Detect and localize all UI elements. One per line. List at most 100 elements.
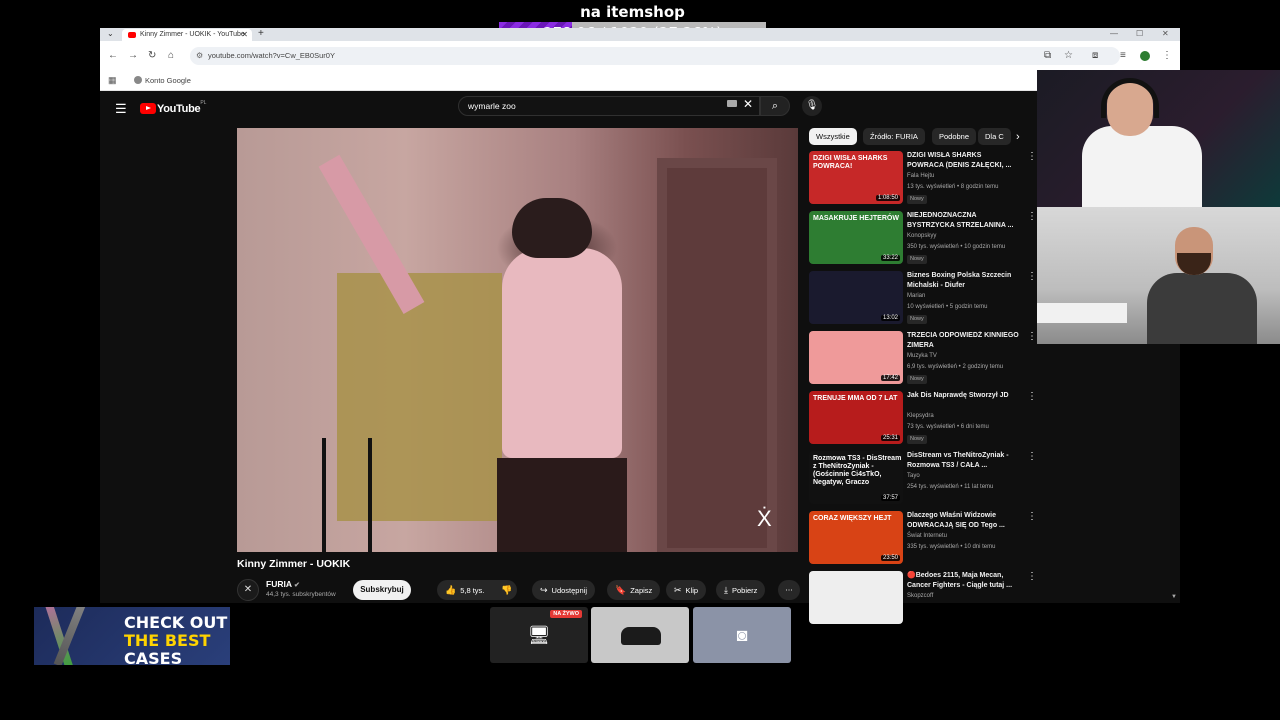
recommendation-title[interactable]: Biznes Boxing Polska Szczecin Michalski … [907,271,1019,291]
recommendation-channel[interactable]: Tayo [907,473,920,479]
search-input[interactable]: wymarle zoo [458,96,760,116]
youtube-logo[interactable]: YouTubePL [140,100,206,115]
recommendation-title[interactable]: DisStream vs TheNitroZyniak - Rozmowa TS… [907,451,1019,471]
browser-tab[interactable]: Kinny Zimmer - UOKIK - YouTube ✕ [122,29,252,41]
recommendation-channel[interactable]: Konopskyy [907,233,936,239]
apps-grid-icon[interactable]: ▦ [108,75,117,86]
webcam-person-body [1082,126,1202,207]
minimize-icon[interactable]: — [1110,28,1118,40]
recommendation-item[interactable]: DZIGI WISŁA SHARKS POWRACA! 1:08:50 DZIGI … [809,151,1039,207]
recommendation-item[interactable]: 13:02 Biznes Boxing Polska Szczecin Micha… [809,271,1039,327]
install-icon[interactable]: ⧉ [1044,50,1051,62]
thumbnail-caption: DZIGI WISŁA SHARKS POWRACA! [813,155,888,170]
video-player[interactable]: Ẋ [237,128,798,552]
chip-0[interactable]: Wszystkie [809,128,857,145]
browser-menu-icon[interactable]: ⋮ [1162,50,1172,62]
like-icon[interactable]: 👍 [445,585,456,595]
thumbnail-caption: Rozmowa TS3 - DisStream z TheNitroZyniak… [813,455,902,486]
url-field[interactable]: ⚙ youtube.com/watch?v=Cw_EB0Sur0Y [190,47,1120,65]
recommendation-item[interactable]: 🔴Bedoes 2115, Maja Mecan, Cancer Fighter… [809,571,1039,627]
more-vert-icon[interactable]: ⋮ [1027,211,1037,223]
more-vert-icon[interactable]: ⋮ [1027,331,1037,343]
recommendation-title[interactable]: DZIGI WISŁA SHARKS POWRACA (DENIS ZAŁĘCK… [907,151,1019,171]
channel-watermark-icon[interactable]: Ẋ [757,506,772,532]
chips-next-icon[interactable]: › [1016,131,1020,143]
site-info-icon[interactable]: ⚙ [196,47,203,65]
recommendation-channel[interactable]: Fala Hejtu [907,173,934,179]
recommendation-channel[interactable]: Skopzcoff [907,593,933,599]
recommendation-thumbnail[interactable]: 13:02 [809,271,903,324]
search-button[interactable]: ⌕ [760,96,790,116]
recommendation-item[interactable]: MASAKRUJE HEJTERÓW 33:22 NIEJEDNOZNACZNA B… [809,211,1039,267]
maximize-icon[interactable]: ☐ [1136,28,1143,40]
recommendation-title[interactable]: TRZECIA ODPOWIEDŹ KINNIEGO ZIMERA [907,331,1019,351]
clip-button[interactable]: ✂ Klip [666,580,707,600]
recommendation-title[interactable]: Dlaczego Właśni Widzowie ODWRACAJĄ SIĘ O… [907,511,1019,531]
recommendation-channel[interactable]: Klepsydra [907,413,934,419]
video-frame-person [502,248,622,458]
recommendation-thumbnail[interactable]: MASAKRUJE HEJTERÓW 33:22 [809,211,903,264]
car-tile[interactable] [591,607,689,663]
save-button[interactable]: 🔖 Zapisz [607,580,661,600]
more-vert-icon[interactable]: ⋮ [1027,511,1037,523]
recommendation-title[interactable]: Jak Dis Naprawdę Stworzył JD [907,391,1019,401]
bookmark-star-icon[interactable]: ☆ [1064,50,1073,62]
subscribe-button[interactable]: Subskrybuj [353,580,411,600]
dislike-icon[interactable]: 👎 [501,580,512,600]
extensions-icon[interactable]: ⧈ [1092,50,1098,62]
recommendation-item[interactable]: TRENUJE MMA OD 7 LAT 25:31 Jak Dis Naprawd… [809,391,1039,447]
thumbnail-caption: TRENUJE MMA OD 7 LAT [813,395,898,402]
like-count[interactable]: 5,8 tys. [460,586,484,595]
recommendation-meta: 10 wyświetleń • 5 godzin temu [907,304,988,310]
recommendation-thumbnail[interactable] [809,571,903,624]
discord-tile[interactable]: ◙ [693,607,791,663]
more-vert-icon[interactable]: ⋮ [1027,571,1037,583]
home-icon[interactable]: ⌂ [168,50,174,62]
tab-close-icon[interactable]: ✕ [241,29,248,41]
channel-avatar[interactable]: ✕ [237,579,259,601]
recommendation-meta: 73 tys. wyświetleń • 6 dni temu [907,424,989,430]
recommendation-thumbnail[interactable]: CORAZ WIĘKSZY HEJT 23:50 [809,511,903,564]
bookmark-google-account[interactable]: Konto Google [134,75,191,87]
recommendation-item[interactable]: CORAZ WIĘKSZY HEJT 23:50 Dlaczego Właśni W… [809,511,1039,567]
more-actions-button[interactable]: ⋯ [778,580,800,600]
chip-3[interactable]: Dla C [978,128,1011,145]
recommendation-item[interactable]: 17:42 TRZECIA ODPOWIEDŹ KINNIEGO ZIMERA Mu… [809,331,1039,387]
chip-2[interactable]: Podobne [932,128,977,145]
recommendation-title[interactable]: NIEJEDNOZNACZNA BYSTRZYCKA STRZELANINA .… [907,211,1019,231]
channel-name[interactable]: FURIA ✔ [266,579,300,589]
download-button[interactable]: ⤓ Pobierz [716,580,766,600]
more-vert-icon[interactable]: ⋮ [1027,151,1037,163]
recommendation-channel[interactable]: Muzyka TV [907,353,937,359]
recommendation-thumbnail[interactable]: TRENUJE MMA OD 7 LAT 25:31 [809,391,903,444]
profile-avatar-icon[interactable] [1140,51,1150,61]
forward-icon[interactable]: → [128,50,138,62]
share-button[interactable]: ↪ Udostępnij [532,580,595,600]
live-stream-tile[interactable]: 🖥 NA ŻYWO [490,607,588,663]
url-text: youtube.com/watch?v=Cw_EB0Sur0Y [208,51,335,60]
more-vert-icon[interactable]: ⋮ [1027,271,1037,283]
chip-1[interactable]: Źródło: FURIA [863,128,925,145]
scroll-down-icon[interactable]: ▼ [1171,594,1177,600]
back-icon[interactable]: ← [108,50,118,62]
recommendation-thumbnail[interactable]: 17:42 [809,331,903,384]
recommendation-channel[interactable]: Marian [907,293,925,299]
more-vert-icon[interactable]: ⋮ [1027,391,1037,403]
recommendation-channel[interactable]: Świat Internetu [907,533,947,539]
new-tab-icon[interactable]: + [258,28,264,40]
clear-search-icon[interactable]: ✕ [743,97,753,111]
cases-promo-banner[interactable]: CHECK OUT THE BEST CASES [34,607,230,665]
reload-icon[interactable]: ↻ [148,50,156,62]
keyboard-icon[interactable] [727,100,737,107]
recommendation-thumbnail[interactable]: Rozmowa TS3 - DisStream z TheNitroZyniak… [809,451,903,504]
recommendation-title[interactable]: 🔴Bedoes 2115, Maja Mecan, Cancer Fighter… [907,571,1019,591]
tab-list-icon[interactable]: ⌄ [107,28,114,40]
more-vert-icon[interactable]: ⋮ [1027,451,1037,463]
voice-search-button[interactable]: 🎙 [802,96,822,116]
recommendation-thumbnail[interactable]: DZIGI WISŁA SHARKS POWRACA! 1:08:50 [809,151,903,204]
menu-icon[interactable]: ☰ [115,101,127,117]
close-window-icon[interactable]: ✕ [1162,28,1169,40]
recommendation-item[interactable]: Rozmowa TS3 - DisStream z TheNitroZyniak… [809,451,1039,507]
media-icon[interactable]: ≡ [1120,50,1126,62]
download-icon: ⤓ [724,585,728,595]
